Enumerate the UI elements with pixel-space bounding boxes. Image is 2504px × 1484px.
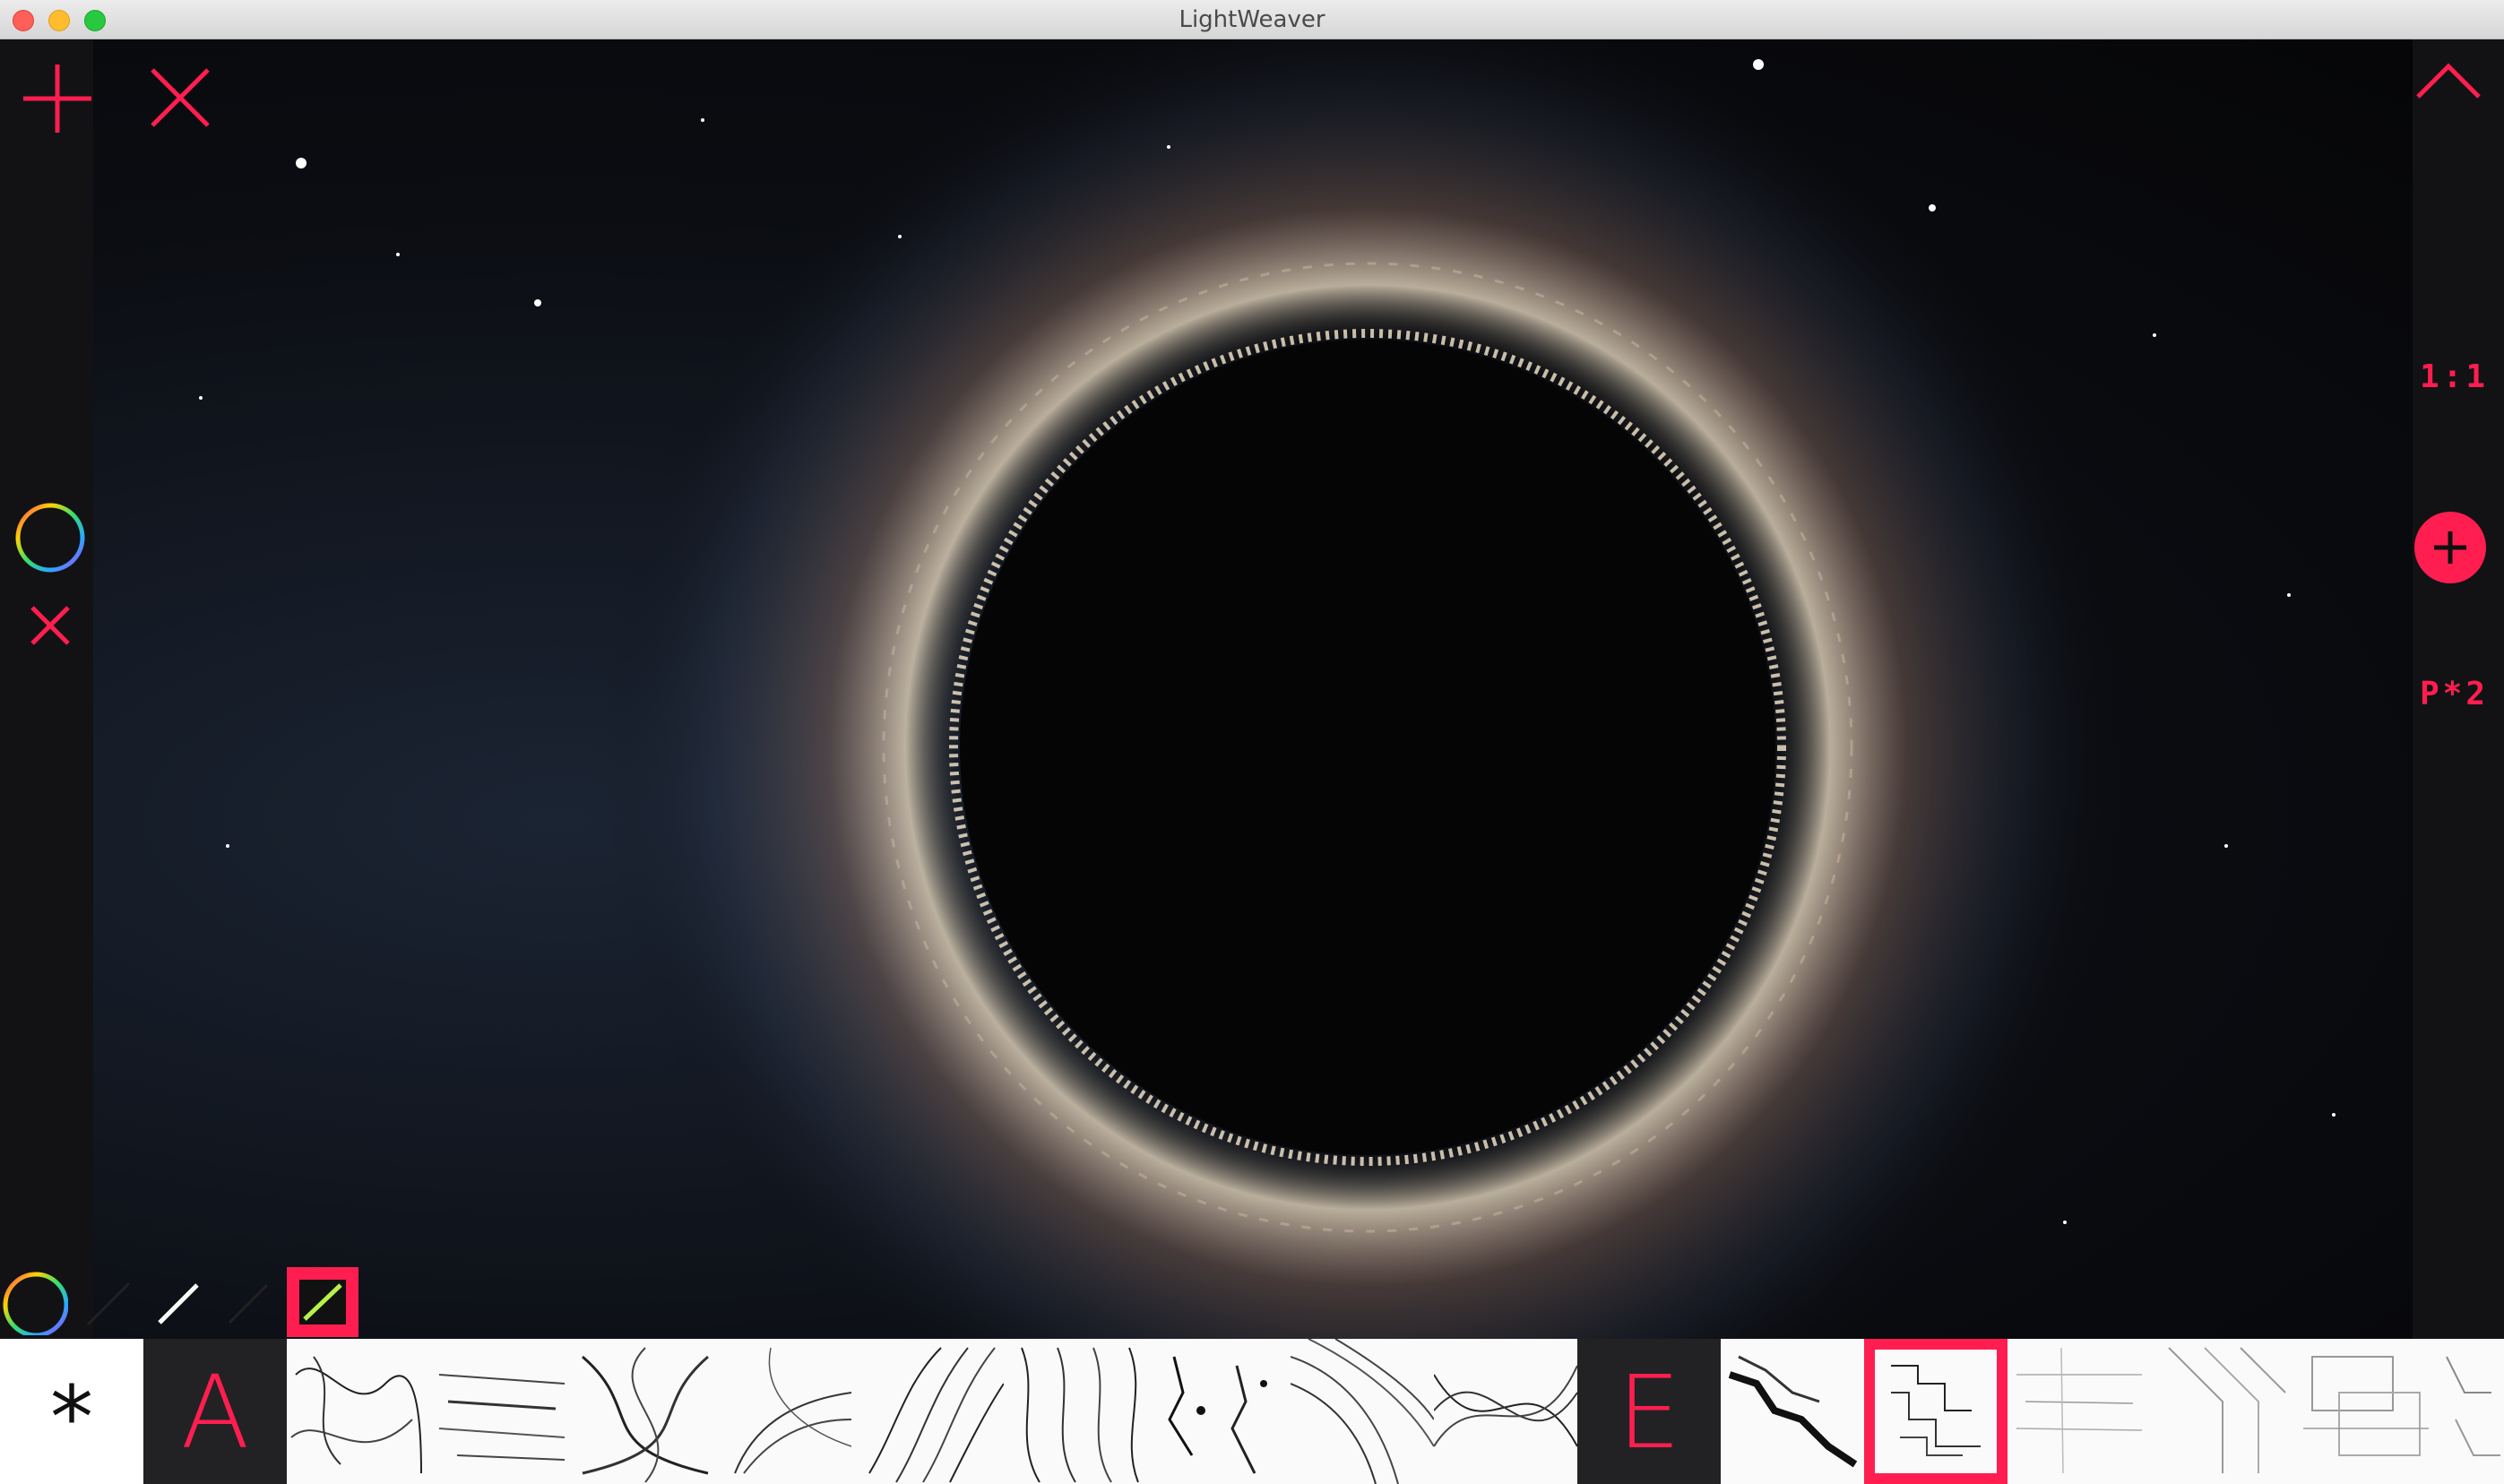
thin-line-icon[interactable] (75, 1269, 142, 1335)
white-line-icon[interactable] (145, 1269, 212, 1335)
brush-preset[interactable] (2438, 1339, 2504, 1484)
brush-preview (2303, 1356, 2429, 1456)
brush-preset[interactable] (2008, 1339, 2151, 1484)
chevron-up-icon[interactable] (2414, 61, 2482, 102)
aspect-ratio-toggle[interactable]: 1:1 (2420, 358, 2489, 395)
brush-preview (2168, 1347, 2286, 1473)
plus-icon[interactable] (20, 61, 95, 136)
pass-multiplier-toggle[interactable]: P*2 (2420, 676, 2489, 712)
brush-preview (290, 1356, 422, 1474)
brush-preview (2446, 1356, 2500, 1456)
close-icon[interactable] (147, 65, 213, 131)
brush-preview (1891, 1365, 1981, 1456)
brush-preview (1434, 1365, 1577, 1447)
brush-preset[interactable] (717, 1339, 860, 1484)
brush-preview (1168, 1356, 1267, 1474)
brush-preview (734, 1347, 852, 1474)
category-letter: A (180, 1355, 250, 1471)
brush-preview (582, 1347, 709, 1483)
brush-preview (868, 1347, 1004, 1483)
title-bar: LightWeaver (0, 0, 2504, 39)
asterisk-icon: * (50, 1368, 93, 1468)
brush-preview (438, 1374, 566, 1461)
brush-preview (2016, 1347, 2143, 1474)
color-wheel-icon[interactable] (13, 500, 88, 575)
brush-preset-symbol[interactable]: * (0, 1339, 143, 1484)
active-line-icon (299, 1280, 346, 1324)
brush-preview (1728, 1355, 1858, 1468)
brush-preset[interactable] (430, 1339, 574, 1484)
brush-category-e[interactable]: E (1577, 1339, 1721, 1484)
add-layer-button[interactable] (2414, 512, 2486, 583)
artwork (199, 39, 2336, 1339)
brush-preset[interactable] (1004, 1339, 1147, 1484)
left-toolbar (0, 39, 93, 1339)
brush-preset[interactable] (1721, 1339, 1864, 1484)
brush-preset[interactable] (2294, 1339, 2438, 1484)
brush-preset[interactable] (1434, 1339, 1577, 1484)
clear-color-icon[interactable] (29, 604, 72, 647)
brush-preview (1021, 1347, 1139, 1483)
brush-preset[interactable] (2151, 1339, 2294, 1484)
brush-preview (1291, 1339, 1434, 1484)
brush-preset[interactable] (860, 1339, 1004, 1484)
category-letter: E (1617, 1355, 1681, 1471)
brush-preset[interactable] (1147, 1339, 1291, 1484)
dark-disc (960, 340, 1775, 1155)
brush-category-a[interactable]: A (143, 1339, 287, 1484)
color-wheel-icon[interactable] (2, 1269, 68, 1335)
active-line-swatch[interactable] (287, 1267, 358, 1337)
plus-icon (2434, 531, 2466, 564)
brush-preset[interactable] (1291, 1339, 1434, 1484)
brush-preset[interactable] (574, 1339, 717, 1484)
brush-preset-selected[interactable] (1864, 1339, 2008, 1484)
brush-preset[interactable] (287, 1339, 430, 1484)
brush-preset-strip: * A E (0, 1339, 2504, 1484)
drawing-canvas[interactable] (93, 39, 2413, 1339)
thin-line-icon[interactable] (215, 1269, 281, 1335)
window-title: LightWeaver (1179, 6, 1325, 33)
